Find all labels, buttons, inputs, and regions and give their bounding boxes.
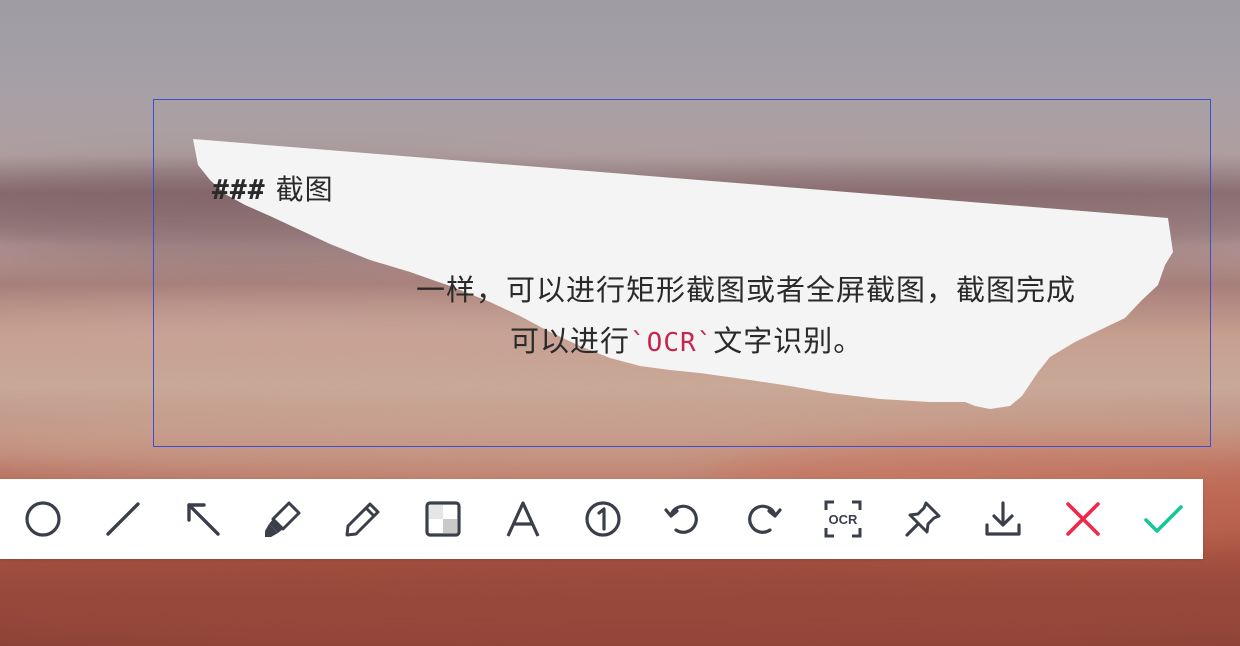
text-icon bbox=[506, 501, 540, 537]
redo-icon bbox=[748, 504, 782, 534]
line-tool-button[interactable] bbox=[103, 499, 143, 539]
serial-number-tool-button[interactable]: 1 bbox=[583, 499, 623, 539]
pencil-icon bbox=[345, 502, 380, 537]
desktop-background: ### 截图 一样，可以进行矩形截图或者全屏截图，截图完成 可以进行`OCR`文字… bbox=[0, 0, 1240, 646]
ocr-icon: OCR bbox=[824, 500, 862, 538]
circle-icon bbox=[25, 501, 61, 537]
selection-frame[interactable] bbox=[153, 99, 1211, 447]
mosaic-tool-button[interactable] bbox=[423, 499, 463, 539]
ocr-button[interactable]: OCR bbox=[823, 499, 863, 539]
text-tool-button[interactable] bbox=[503, 499, 543, 539]
download-icon bbox=[985, 501, 1021, 536]
ellipse-tool-button[interactable] bbox=[23, 499, 63, 539]
close-icon bbox=[1066, 502, 1100, 536]
highlighter-icon bbox=[265, 501, 301, 537]
mosaic-icon bbox=[425, 501, 461, 537]
highlighter-tool-button[interactable] bbox=[263, 499, 303, 539]
line-icon bbox=[106, 502, 140, 536]
screenshot-toolbar: 1 OCR bbox=[0, 479, 1203, 559]
save-button[interactable] bbox=[983, 499, 1023, 539]
redo-button[interactable] bbox=[743, 499, 783, 539]
number-circle-icon: 1 bbox=[585, 501, 621, 537]
confirm-button[interactable] bbox=[1143, 499, 1183, 539]
pin-button[interactable] bbox=[903, 499, 943, 539]
pencil-tool-button[interactable] bbox=[343, 499, 383, 539]
arrow-icon bbox=[187, 503, 220, 536]
undo-icon bbox=[664, 504, 698, 534]
undo-button[interactable] bbox=[663, 499, 703, 539]
check-icon bbox=[1144, 505, 1183, 533]
ocr-label: OCR bbox=[829, 512, 859, 527]
cancel-button[interactable] bbox=[1063, 499, 1103, 539]
arrow-tool-button[interactable] bbox=[183, 499, 223, 539]
pin-icon bbox=[905, 501, 941, 537]
